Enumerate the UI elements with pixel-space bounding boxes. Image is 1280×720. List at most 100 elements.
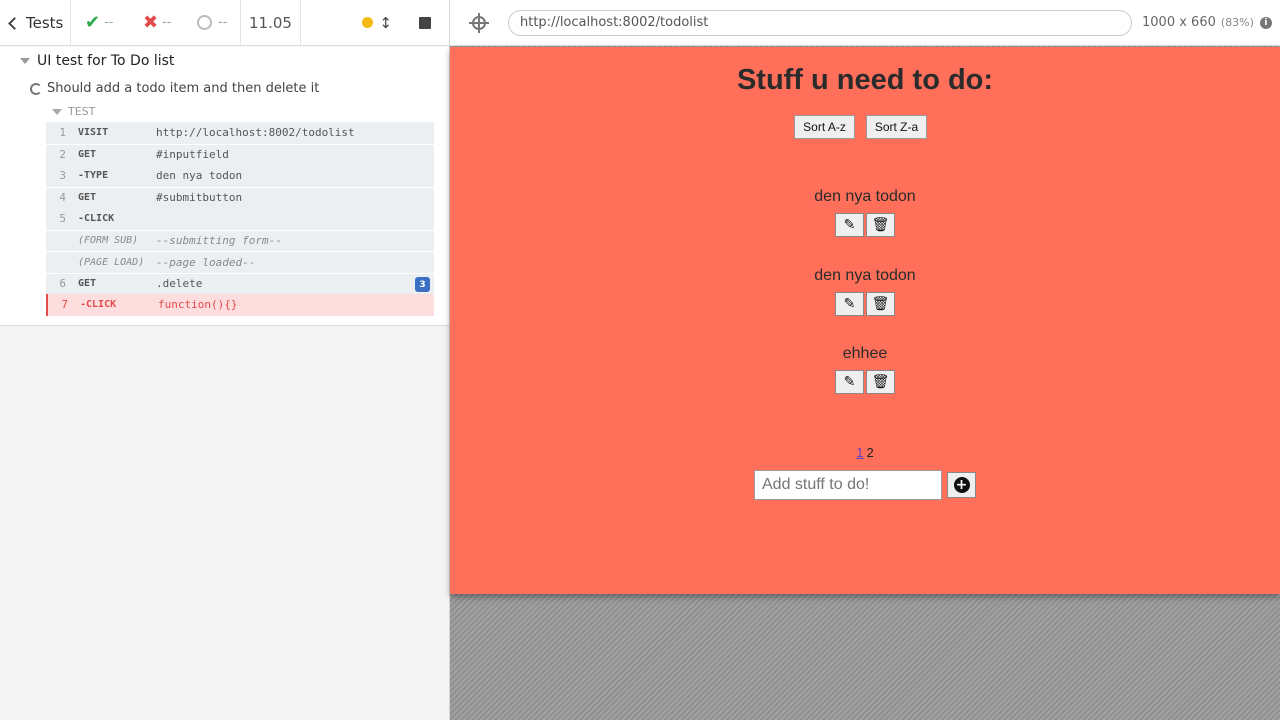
todo-item: den nya todon ✎ 🗑 bbox=[450, 188, 1280, 237]
edit-button[interactable]: ✎ bbox=[835, 213, 864, 237]
aut-header: http://localhost:8002/todolist 1000 x 66… bbox=[450, 0, 1280, 46]
command-name: GET bbox=[78, 149, 97, 161]
command-number: 4 bbox=[59, 191, 66, 205]
command-number: 1 bbox=[59, 126, 66, 140]
command-number: 6 bbox=[59, 277, 66, 291]
url-bar[interactable]: http://localhost:8002/todolist bbox=[508, 9, 1132, 36]
command-row[interactable]: 6 GET .delete 3 bbox=[46, 272, 434, 294]
command-name: -TYPE bbox=[78, 170, 109, 182]
todo-text: den nya todon bbox=[814, 188, 916, 205]
running-spinner-icon bbox=[30, 82, 42, 95]
delete-button[interactable]: 🗑 bbox=[866, 213, 895, 237]
duration: 11.05 bbox=[241, 0, 301, 46]
plus-circle-icon: + bbox=[953, 477, 970, 493]
command-row-failed[interactable]: 7 -CLICK function(){} bbox=[46, 294, 434, 316]
sort-az-button[interactable]: Sort A-z bbox=[794, 115, 855, 139]
reporter-controls: ↕ bbox=[301, 0, 449, 46]
reporter-panel: Tests ✔ -- ✖ -- -- 11.05 ↕ UI test for T… bbox=[0, 0, 450, 720]
todo-text: den nya todon bbox=[814, 267, 916, 284]
test-title-text: Should add a todo item and then delete i… bbox=[47, 81, 320, 96]
command-number: 2 bbox=[59, 148, 66, 162]
command-message: --submitting form-- bbox=[156, 234, 282, 248]
x-icon: ✖ bbox=[143, 12, 159, 33]
command-message: #submitbutton bbox=[156, 191, 243, 205]
element-count-badge: 3 bbox=[415, 277, 430, 292]
failed-value: -- bbox=[162, 15, 172, 30]
sort-za-button[interactable]: Sort Z-a bbox=[866, 115, 927, 139]
page-link-2[interactable]: 2 bbox=[867, 445, 874, 460]
todo-input[interactable] bbox=[754, 470, 942, 500]
command-message: .delete bbox=[156, 277, 203, 291]
todo-actions: ✎ 🗑 bbox=[450, 213, 1280, 237]
command-row[interactable]: 5 -CLICK bbox=[46, 208, 434, 230]
trash-icon: 🗑 bbox=[871, 217, 890, 233]
test-title[interactable]: Should add a todo item and then delete i… bbox=[30, 81, 319, 96]
caret-down-icon bbox=[20, 58, 30, 64]
todo-app: Stuff u need to do: Sort A-z Sort Z-a de… bbox=[450, 47, 1280, 594]
delete-button[interactable]: 🗑 bbox=[866, 292, 895, 316]
command-row[interactable]: 1 VISIT http://localhost:8002/todolist bbox=[46, 122, 434, 144]
submit-button[interactable]: + bbox=[947, 472, 976, 498]
command-message: --page loaded-- bbox=[156, 255, 256, 269]
edit-button[interactable]: ✎ bbox=[835, 370, 864, 394]
edit-icon: ✎ bbox=[843, 296, 856, 312]
edit-icon: ✎ bbox=[843, 217, 856, 233]
tests-back-button[interactable]: Tests bbox=[0, 0, 71, 46]
trash-icon: 🗑 bbox=[871, 374, 890, 390]
command-row-event[interactable]: (PAGE LOAD) --page loaded-- bbox=[46, 251, 434, 273]
todo-text: ehhee bbox=[842, 345, 888, 362]
running-indicator-icon bbox=[362, 17, 374, 28]
command-message: function(){} bbox=[158, 298, 238, 312]
test-section-header[interactable]: TEST bbox=[52, 105, 95, 118]
trash-icon: 🗑 bbox=[871, 296, 890, 312]
viewport-size: 1000 x 660 bbox=[1142, 15, 1216, 30]
command-name: -CLICK bbox=[80, 299, 117, 311]
auto-scroll-toggle-icon[interactable]: ↕ bbox=[379, 14, 392, 32]
pagination: 12 bbox=[450, 445, 1280, 460]
command-row[interactable]: 2 GET #inputfield bbox=[46, 143, 434, 165]
command-message: http://localhost:8002/todolist bbox=[156, 126, 355, 140]
command-message: #inputfield bbox=[156, 148, 229, 162]
command-number: 3 bbox=[59, 169, 66, 183]
page-title: Stuff u need to do: bbox=[736, 64, 994, 96]
selector-playground-icon[interactable] bbox=[469, 12, 489, 33]
command-name: (FORM SUB) bbox=[78, 235, 139, 247]
todo-actions: ✎ 🗑 bbox=[450, 370, 1280, 394]
viewport-scale: (83%) bbox=[1220, 16, 1254, 29]
info-icon[interactable]: i bbox=[1259, 16, 1272, 29]
command-row[interactable]: 3 -TYPE den nya todon bbox=[46, 165, 434, 187]
edit-button[interactable]: ✎ bbox=[835, 292, 864, 316]
command-name: GET bbox=[78, 192, 97, 204]
todo-actions: ✎ 🗑 bbox=[450, 292, 1280, 316]
command-name: VISIT bbox=[78, 127, 109, 139]
pending-icon bbox=[197, 15, 212, 30]
command-name: -CLICK bbox=[78, 213, 115, 225]
edit-icon: ✎ bbox=[843, 374, 856, 390]
test-section-label: TEST bbox=[68, 105, 96, 118]
command-name: GET bbox=[78, 278, 97, 290]
runnable-list: UI test for To Do list Should add a todo… bbox=[0, 47, 449, 326]
caret-down-icon bbox=[52, 108, 62, 115]
command-row-event[interactable]: (FORM SUB) --submitting form-- bbox=[46, 229, 434, 251]
todo-item: den nya todon ✎ 🗑 bbox=[450, 267, 1280, 316]
check-icon: ✔ bbox=[85, 12, 101, 33]
pending-count: -- bbox=[187, 0, 241, 46]
failed-count: ✖ -- bbox=[129, 0, 187, 46]
passed-value: -- bbox=[104, 15, 114, 30]
reporter-stats-bar: Tests ✔ -- ✖ -- -- 11.05 ↕ bbox=[0, 0, 449, 46]
page-link-1[interactable]: 1 bbox=[856, 445, 863, 460]
passed-count: ✔ -- bbox=[71, 0, 129, 46]
command-log: 1 VISIT http://localhost:8002/todolist 2… bbox=[46, 122, 434, 316]
pending-value: -- bbox=[218, 15, 228, 30]
command-number: 7 bbox=[61, 298, 68, 312]
suite-title-text: UI test for To Do list bbox=[37, 53, 175, 69]
command-message: den nya todon bbox=[156, 169, 243, 183]
delete-button[interactable]: 🗑 bbox=[866, 370, 895, 394]
chevron-left-icon bbox=[8, 16, 21, 30]
stop-icon[interactable] bbox=[419, 16, 431, 29]
suite-title[interactable]: UI test for To Do list bbox=[20, 53, 174, 69]
todo-item: ehhee ✎ 🗑 bbox=[450, 345, 1280, 394]
add-todo-form: + bbox=[754, 470, 976, 500]
app-under-test-area: http://localhost:8002/todolist 1000 x 66… bbox=[450, 0, 1280, 720]
command-row[interactable]: 4 GET #submitbutton bbox=[46, 186, 434, 208]
